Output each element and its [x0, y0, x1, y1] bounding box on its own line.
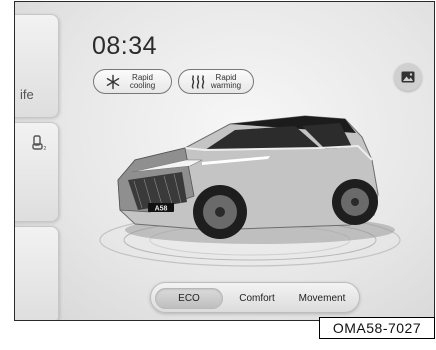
gallery-button[interactable] — [394, 63, 422, 91]
infotainment-screen: ife 2 08:34 Rapid cooling Rapid warming … — [14, 1, 435, 321]
side-card-2[interactable]: 2 — [15, 122, 59, 222]
rapid-cooling-button[interactable]: Rapid cooling — [93, 69, 172, 94]
seat-icon: 2 — [32, 135, 47, 152]
reference-code: OMA58-7027 — [319, 317, 435, 339]
clock: 08:34 — [92, 32, 158, 60]
snowflake-icon — [106, 74, 120, 89]
drive-mode-selector: ECO Comfort Movement — [150, 282, 360, 313]
car-badge-text: A58 — [155, 206, 168, 213]
side-card-label: ife — [20, 87, 34, 102]
car-illustration: A58 — [99, 115, 401, 267]
image-icon — [401, 71, 415, 83]
svg-text:2: 2 — [44, 146, 47, 152]
car-front-wheel — [193, 185, 247, 239]
side-card-1[interactable]: ife — [15, 14, 59, 118]
mode-eco-button[interactable]: ECO — [155, 288, 223, 309]
rapid-warming-label: Rapid warming — [210, 72, 242, 90]
mode-movement-button[interactable]: Movement — [289, 288, 355, 309]
side-card-3[interactable] — [15, 226, 59, 320]
car-rear-wheel — [332, 179, 378, 225]
mode-comfort-button[interactable]: Comfort — [229, 288, 285, 309]
rapid-warming-button[interactable]: Rapid warming — [178, 69, 254, 94]
heat-icon — [191, 74, 205, 89]
rapid-cooling-label: Rapid cooling — [129, 72, 156, 90]
